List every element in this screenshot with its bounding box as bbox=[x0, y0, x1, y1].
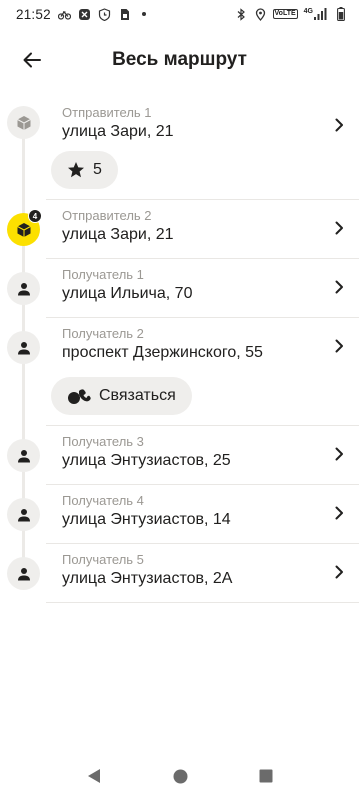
stop-address: улица Зари, 21 bbox=[62, 226, 174, 243]
circle-home-icon bbox=[173, 769, 188, 784]
sim-icon bbox=[118, 8, 131, 21]
notification-dot-icon bbox=[138, 8, 151, 21]
page-title: Весь маршрут bbox=[112, 49, 247, 70]
person-icon bbox=[17, 567, 31, 581]
stop-label: Получатель 5 bbox=[62, 552, 144, 567]
stop-label: Отправитель 2 bbox=[62, 208, 152, 223]
stop-address: улица Зари, 21 bbox=[62, 123, 174, 140]
nav-back-button[interactable] bbox=[84, 766, 104, 786]
stop-row[interactable]: Получатель 4 улица Энтузиастов, 14 bbox=[46, 485, 359, 543]
chevron-right-icon bbox=[333, 503, 345, 523]
stop-label: Получатель 1 bbox=[62, 267, 144, 282]
system-nav-bar bbox=[0, 752, 359, 800]
recipient-marker bbox=[7, 557, 40, 590]
square-recents-icon bbox=[259, 769, 273, 783]
contact-label: Связаться bbox=[99, 387, 176, 404]
divider bbox=[46, 602, 359, 603]
person-icon bbox=[17, 341, 31, 355]
signal-icon: 4G bbox=[304, 8, 328, 20]
stop-address: улица Энтузиастов, 2А bbox=[62, 570, 233, 587]
bike-icon bbox=[57, 8, 71, 21]
stop-row[interactable]: Отправитель 2 улица Зари, 21 bbox=[46, 200, 359, 258]
status-time: 21:52 bbox=[16, 6, 51, 22]
clock-shield-icon bbox=[98, 7, 111, 21]
status-bar-left: 21:52 bbox=[16, 7, 151, 22]
rating-value: 5 bbox=[93, 161, 102, 178]
chevron-right-icon bbox=[333, 562, 345, 582]
person-icon bbox=[17, 282, 31, 296]
chevron-right-icon bbox=[333, 336, 345, 356]
stop-address: улица Ильича, 70 bbox=[62, 285, 193, 302]
volte-indicator: VoLTE bbox=[272, 9, 298, 19]
rating-chip[interactable]: 5 bbox=[51, 151, 118, 189]
package-icon bbox=[16, 222, 32, 238]
person-icon bbox=[17, 449, 31, 463]
chevron-right-icon bbox=[333, 277, 345, 297]
stop-address: улица Энтузиастов, 14 bbox=[62, 511, 231, 528]
status-bar: 21:52 VoLTE 4G bbox=[0, 0, 359, 28]
star-icon bbox=[67, 161, 85, 179]
phone-icon bbox=[67, 387, 91, 405]
bluetooth-icon bbox=[235, 7, 248, 21]
sender-marker bbox=[7, 106, 40, 139]
stop-count-badge: 4 bbox=[28, 209, 42, 223]
chevron-right-icon bbox=[333, 115, 345, 135]
person-icon bbox=[17, 508, 31, 522]
nav-home-button[interactable] bbox=[170, 766, 190, 786]
stop-label: Получатель 4 bbox=[62, 493, 144, 508]
stop-row[interactable]: Получатель 2 проспект Дзержинского, 55 bbox=[46, 318, 359, 376]
stop-row[interactable]: Получатель 5 улица Энтузиастов, 2А bbox=[46, 544, 359, 602]
chevron-right-icon bbox=[333, 444, 345, 464]
status-bar-right: VoLTE 4G bbox=[235, 7, 347, 21]
battery-icon bbox=[334, 7, 347, 21]
stop-label: Получатель 2 bbox=[62, 326, 144, 341]
contact-button[interactable]: Связаться bbox=[51, 377, 192, 415]
location-icon bbox=[254, 7, 267, 21]
triangle-back-icon bbox=[87, 768, 101, 784]
sender-marker-active: 4 bbox=[7, 209, 42, 246]
recipient-marker bbox=[7, 439, 40, 472]
stop-row[interactable]: Получатель 3 улица Энтузиастов, 25 bbox=[46, 426, 359, 484]
nav-recents-button[interactable] bbox=[256, 766, 276, 786]
stop-label: Отправитель 1 bbox=[62, 105, 152, 120]
chevron-right-icon bbox=[333, 218, 345, 238]
stop-address: проспект Дзержинского, 55 bbox=[62, 344, 263, 361]
stop-label: Получатель 3 bbox=[62, 434, 144, 449]
stop-row[interactable]: Отправитель 1 улица Зари, 21 bbox=[46, 97, 359, 155]
stop-address: улица Энтузиастов, 25 bbox=[62, 452, 231, 469]
recipient-marker bbox=[7, 498, 40, 531]
header: Весь маршрут bbox=[0, 38, 359, 82]
package-icon bbox=[16, 115, 32, 131]
network-type-label: 4G bbox=[303, 8, 313, 15]
recipient-marker bbox=[7, 272, 40, 305]
stop-row[interactable]: Получатель 1 улица Ильича, 70 bbox=[46, 259, 359, 317]
recipient-marker bbox=[7, 331, 40, 364]
shield-x-icon bbox=[78, 8, 91, 21]
